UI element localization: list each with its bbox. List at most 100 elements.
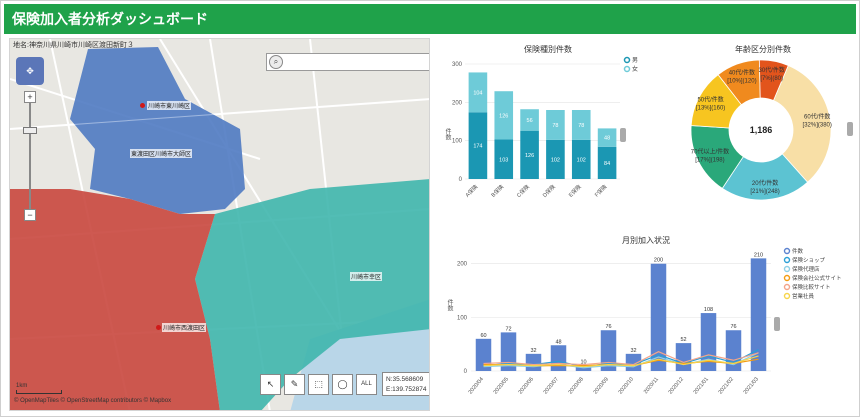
bar-value-label: 103 [499,157,508,163]
legend-marker [783,247,791,255]
x-tick-label: B保険 [489,182,505,198]
x-tick-label: 2021/02 [718,376,735,395]
legend-label: 女 [632,65,638,73]
bar-value-label: 76 [605,324,611,330]
panel-toggle-handle[interactable] [620,128,626,142]
pan-control-icon[interactable]: ✥ [16,57,44,85]
map-search-input[interactable] [266,53,429,71]
bar-value-label: 56 [527,118,533,124]
y-tick-label: 0 [464,369,468,375]
slice-detail: [17%](198) [695,157,724,163]
legend-marker [783,283,791,291]
bar-value-label: 32 [630,348,636,354]
zoom-handle[interactable] [23,127,37,134]
x-tick-label: 2020/06 [518,376,535,395]
y-tick-label: 200 [452,100,463,106]
series-line [483,355,759,368]
circle-tool-icon[interactable]: ◯ [332,374,353,395]
draw-tool-icon[interactable]: ✎ [284,374,305,395]
y-tick-label: 200 [457,262,468,268]
legend-label: 営業社員 [792,292,815,300]
legend-marker [623,65,631,73]
legend-label: 件数 [792,247,804,255]
bar-value-label: 126 [499,113,508,119]
bar-value-label: 78 [578,123,584,129]
search-icon[interactable]: ⌕ [269,55,283,69]
y-tick-label: 300 [452,62,463,68]
coord-n: N:35.568609 [386,376,424,383]
map-label: 川崎市東川崎区 [147,101,192,110]
zoom-out-button[interactable]: − [24,209,36,221]
y-tick-label: 100 [452,139,463,145]
x-tick-label: 2020/08 [568,376,585,395]
bar-value-label: 84 [604,161,610,167]
slice-detail: [7%](80) [760,76,783,82]
map-view[interactable]: 地名:神奈川県川崎市川崎区渡田新町３ ⌕ ✥ + − 川崎市東川崎区 東渡田区川… [9,38,430,411]
bar-value-label: 48 [555,339,561,345]
x-tick-label: F保険 [593,182,609,198]
x-tick-label: C保険 [515,182,532,199]
y-tick-label: 100 [457,315,468,321]
bar-value-label: 76 [730,324,736,330]
x-tick-label: 2020/10 [618,376,635,395]
slice-label: 60代/件数 [804,113,830,121]
scale-bar [16,390,62,394]
slice-label: 50代/件数 [697,95,723,103]
map-marker[interactable] [140,103,145,108]
bar-value-label: 48 [604,136,610,142]
legend-marker [623,56,631,64]
x-tick-label: E保険 [567,182,583,198]
x-tick-label: 2021/01 [693,376,710,395]
bar-value-label: 126 [525,153,534,159]
select-tool-icon[interactable]: ↖ [260,374,281,395]
bar-value-label: 102 [551,157,560,163]
monthly-chart: 0 100 200 件数 60 2020/04 72 2020/05 32 2020/06 48 20… [446,247,842,396]
slice-label: 30代/件数 [758,66,784,74]
x-tick-label: 2020/11 [643,376,660,395]
coord-e: E:139.752874 [386,386,427,393]
map-copyright: © OpenMapTiles © OpenStreetMap contribut… [14,398,172,404]
legend-label: 保険会社公式サイト [792,274,842,282]
bar [525,353,542,371]
slice-detail: [21%](248) [750,189,779,195]
coordinate-readout: N:35.568609 E:139.752874 [382,372,429,396]
bar-value-label: 102 [577,157,586,163]
age-group-panel: 年齢区分別件数 60代/件数 [32%](380) 20代/件数 [21%](248)… [671,38,855,218]
slice-detail: [13%](160) [696,105,725,111]
bar-value-label: 72 [505,326,511,332]
rect-tool-icon[interactable]: ⬚ [308,374,329,395]
bar-value-label: 210 [754,252,763,258]
age-group-pie: 60代/件数 [32%](380) 20代/件数 [21%](248) 70代以上/件数… [690,59,832,201]
page-title: 保険加入者分析ダッシュボード [4,4,856,34]
pie-total: 1,186 [750,125,773,135]
insurance-type-panel: 保険種別件数 0 100 200 300 件数 174 104 A保険 103 126 B保険 126… [437,38,659,218]
slice-detail: [10%](120) [727,78,756,84]
map-tools: ↖ ✎ ⬚ ◯ ALL [260,374,377,396]
map-scale: 1km [16,383,62,394]
map-marker[interactable] [156,325,161,330]
x-tick-label: 2021/03 [743,376,760,395]
bar-value-label: 60 [480,333,486,339]
all-tool-button[interactable]: ALL [356,374,377,395]
legend-label: 保険代理店 [792,265,820,273]
bar-value-label: 108 [704,307,713,313]
slice-detail: [32%](380) [803,123,832,129]
y-axis-label: 件数 [444,127,451,141]
y-axis-label: 件数 [446,298,453,312]
legend-marker [783,292,791,300]
legend-marker [783,274,791,282]
x-tick-label: 2020/09 [593,376,610,395]
panel-toggle-handle[interactable] [774,317,780,331]
zoom-slider[interactable]: + − [23,91,37,221]
map-label: 東渡田区川崎市大師区 [130,149,193,158]
x-tick-label: 2020/04 [468,376,485,395]
scale-label: 1km [16,383,28,389]
zoom-in-button[interactable]: + [24,91,36,103]
map-background[interactable] [10,39,430,411]
x-tick-label: 2020/07 [543,376,560,395]
map-label: 川崎市幸区 [350,272,383,281]
panel-toggle-handle[interactable] [847,122,853,136]
legend-label: 保険比較サイト [792,283,831,291]
zoom-track[interactable] [29,101,31,209]
y-tick-label: 0 [459,177,463,183]
